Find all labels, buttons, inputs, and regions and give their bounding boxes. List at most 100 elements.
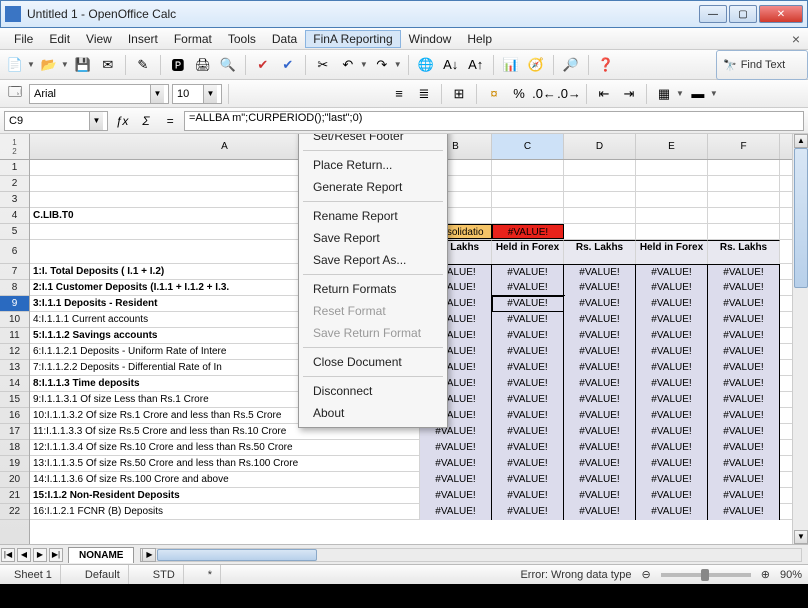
row-header[interactable]: 19	[0, 456, 29, 472]
align-justify-icon[interactable]: ≣	[413, 83, 435, 105]
cell[interactable]: #VALUE!	[636, 296, 708, 312]
menu-edit[interactable]: Edit	[41, 30, 78, 48]
cell[interactable]	[636, 208, 708, 224]
cell[interactable]: #VALUE!	[492, 504, 564, 520]
row-header[interactable]: 12	[0, 344, 29, 360]
zoom-handle[interactable]	[701, 569, 709, 581]
cell[interactable]: #VALUE!	[636, 264, 708, 280]
increase-indent-icon[interactable]: ⇥	[618, 83, 640, 105]
cell[interactable]: #VALUE!	[708, 456, 780, 472]
cell[interactable]: #VALUE!	[708, 328, 780, 344]
menu-fina-reporting[interactable]: FinA Reporting	[305, 30, 400, 48]
bg-color-icon[interactable]: ▬	[687, 83, 709, 105]
menu-view[interactable]: View	[78, 30, 120, 48]
font-name-combo[interactable]: Arial ▼	[29, 84, 169, 104]
tab-first-icon[interactable]: |◀	[1, 548, 15, 562]
new-dropdown-icon[interactable]: ▼	[27, 60, 35, 69]
cell[interactable]: #VALUE!	[492, 224, 564, 239]
cell[interactable]: #VALUE!	[636, 424, 708, 440]
row-header[interactable]: 3	[0, 192, 29, 208]
cell[interactable]	[564, 192, 636, 208]
find-icon[interactable]: 🔎	[560, 54, 582, 76]
cell[interactable]	[708, 176, 780, 192]
cell[interactable]: #VALUE!	[708, 504, 780, 520]
chevron-down-icon[interactable]: ▼	[150, 85, 164, 103]
row-header[interactable]: 2	[0, 176, 29, 192]
menu-item-place-return-[interactable]: Place Return...	[299, 154, 447, 176]
email-icon[interactable]: ✉	[97, 54, 119, 76]
cell[interactable]	[708, 208, 780, 224]
cell[interactable]: #VALUE!	[636, 376, 708, 392]
equals-icon[interactable]: =	[160, 111, 180, 131]
cell[interactable]: #VALUE!	[492, 376, 564, 392]
cell[interactable]: 13:I.1.1.3.5 Of size Rs.50 Crore and les…	[30, 456, 420, 471]
cell[interactable]: #VALUE!	[636, 488, 708, 504]
cell[interactable]: #VALUE!	[564, 376, 636, 392]
edit-icon[interactable]: ✎	[132, 54, 154, 76]
cell[interactable]: #VALUE!	[420, 456, 492, 472]
column-header-F[interactable]: F	[708, 134, 780, 159]
bg-dropdown-icon[interactable]: ▼	[710, 89, 718, 98]
menu-item-disconnect[interactable]: Disconnect	[299, 380, 447, 402]
cell[interactable]: #VALUE!	[636, 456, 708, 472]
column-header-E[interactable]: E	[636, 134, 708, 159]
cell[interactable]	[492, 208, 564, 224]
print-icon[interactable]: 🖨	[192, 54, 214, 76]
close-document-icon[interactable]: ×	[792, 31, 800, 47]
vertical-scrollbar[interactable]: ▲ ▼	[792, 134, 808, 544]
row-header[interactable]: 9	[0, 296, 29, 312]
row-header[interactable]: 20	[0, 472, 29, 488]
cell[interactable]: #VALUE!	[636, 280, 708, 296]
function-wizard-icon[interactable]: ƒx	[112, 111, 132, 131]
cell[interactable]: #VALUE!	[564, 296, 636, 312]
cell[interactable]	[564, 176, 636, 192]
menu-item-rename-report[interactable]: Rename Report	[299, 205, 447, 227]
cell[interactable]	[492, 176, 564, 192]
cell[interactable]: Rs. Lakhs	[708, 240, 780, 264]
cell[interactable]: Held in Forex	[492, 240, 564, 264]
cell[interactable]: #VALUE!	[492, 408, 564, 424]
undo-icon[interactable]: ↶	[337, 54, 359, 76]
cell[interactable]	[636, 176, 708, 192]
scroll-right-icon[interactable]: ▶	[142, 548, 156, 562]
cell[interactable]: #VALUE!	[636, 440, 708, 456]
horizontal-scroll-thumb[interactable]	[157, 549, 317, 561]
export-pdf-icon[interactable]: 🅿	[167, 54, 189, 76]
formula-input[interactable]: =ALLBA m";CURPERIOD();"last";0)	[184, 111, 804, 131]
help-icon[interactable]: ❓	[595, 54, 617, 76]
cell[interactable]: #VALUE!	[492, 296, 564, 312]
cell[interactable]: #VALUE!	[636, 504, 708, 520]
binoculars-icon[interactable]: 🔭	[723, 59, 737, 72]
styles-icon[interactable]: 🗔	[4, 83, 26, 105]
hyperlink-icon[interactable]: 🌐	[415, 54, 437, 76]
cell[interactable]: #VALUE!	[708, 440, 780, 456]
percent-icon[interactable]: %	[508, 83, 530, 105]
cell[interactable]: #VALUE!	[636, 392, 708, 408]
row-header[interactable]: 21	[0, 488, 29, 504]
cell[interactable]: #VALUE!	[564, 488, 636, 504]
cell[interactable]: #VALUE!	[564, 264, 636, 280]
cell[interactable]: #VALUE!	[708, 312, 780, 328]
zoom-slider[interactable]	[661, 573, 751, 577]
cell[interactable]: #VALUE!	[492, 424, 564, 440]
menu-format[interactable]: Format	[166, 30, 220, 48]
menu-item-close-document[interactable]: Close Document	[299, 351, 447, 373]
cell[interactable]: #VALUE!	[708, 296, 780, 312]
cell[interactable]: #VALUE!	[636, 344, 708, 360]
row-header[interactable]: 4	[0, 208, 29, 224]
cell[interactable]: #VALUE!	[420, 472, 492, 488]
row-header[interactable]: 10	[0, 312, 29, 328]
cell[interactable]	[492, 192, 564, 208]
cell[interactable]: #VALUE!	[636, 472, 708, 488]
borders-icon[interactable]: ▦	[653, 83, 675, 105]
cell[interactable]: #VALUE!	[492, 392, 564, 408]
navigator-icon[interactable]: 🧭	[525, 54, 547, 76]
cell[interactable]: #VALUE!	[564, 360, 636, 376]
scroll-down-icon[interactable]: ▼	[794, 530, 808, 544]
save-icon[interactable]: 💾	[72, 54, 94, 76]
cell[interactable]: 16:I.1.2.1 FCNR (B) Deposits	[30, 504, 420, 519]
row-header[interactable]: 17	[0, 424, 29, 440]
chevron-down-icon[interactable]: ▼	[89, 112, 103, 130]
chevron-down-icon[interactable]: ▼	[203, 85, 217, 103]
cell[interactable]	[708, 224, 780, 239]
